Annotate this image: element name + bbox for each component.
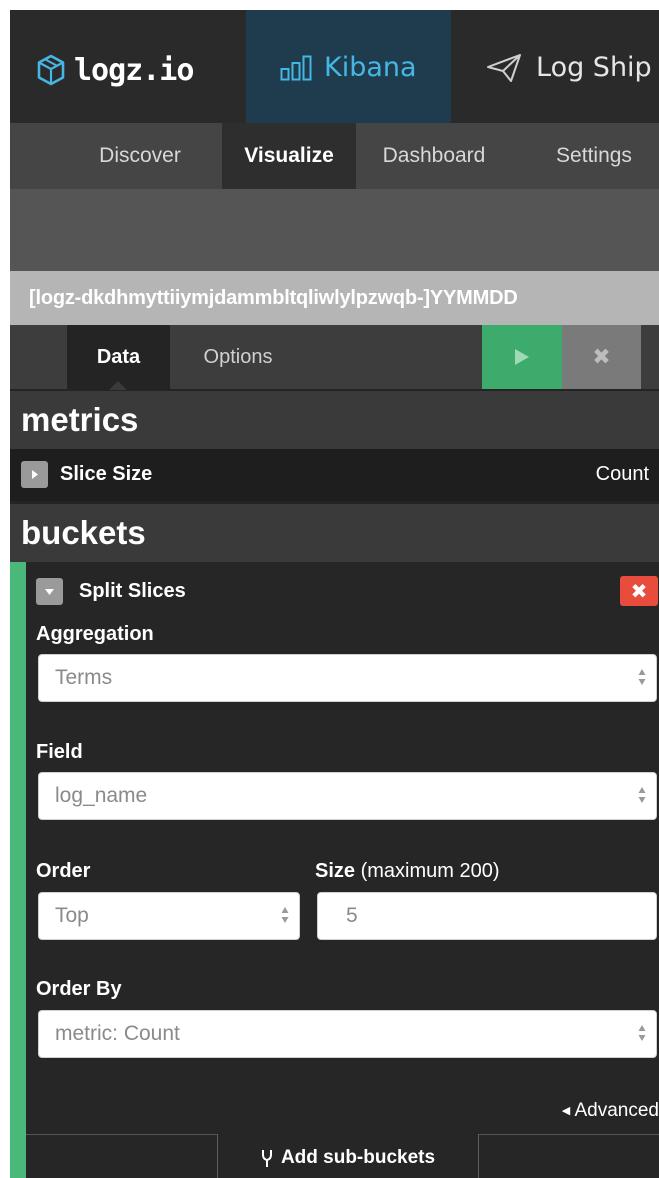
order-by-value: metric: Count <box>55 1022 180 1045</box>
order-label: Order <box>36 860 91 882</box>
metric-value: Count <box>595 463 649 485</box>
select-arrows-icon <box>638 787 646 803</box>
apply-changes-button[interactable] <box>482 325 562 389</box>
order-value: Top <box>55 904 89 927</box>
field-value: log_name <box>55 784 148 807</box>
kibana-visualize-editor: logz.io Kibana Log Ship Discover Visuali… <box>10 10 659 1178</box>
paper-plane-icon <box>487 53 521 82</box>
field-label: Field <box>36 741 83 763</box>
tab-options[interactable]: Options <box>182 325 294 389</box>
select-arrows-icon <box>281 907 289 923</box>
size-label: Size (maximum 200) <box>315 860 500 883</box>
tab-log-shipping[interactable]: Log Ship <box>486 52 652 83</box>
field-select[interactable]: log_name <box>38 772 657 820</box>
play-icon <box>515 349 529 365</box>
remove-bucket-button[interactable]: ✖ <box>620 576 658 606</box>
add-sub-buckets-label: Add sub-buckets <box>280 1146 436 1168</box>
size-value: 5 <box>346 904 358 927</box>
nav-discover[interactable]: Discover <box>72 123 208 189</box>
advanced-toggle[interactable]: ◀ Advanced <box>562 1100 659 1122</box>
bucket-title: Split Slices <box>79 580 186 602</box>
logzio-logo[interactable]: logz.io <box>36 50 194 90</box>
toolbar-area <box>10 189 659 271</box>
order-select[interactable]: Top <box>38 892 300 940</box>
bar-chart-icon <box>280 55 312 80</box>
index-pattern-bar: [logz-dkdhmyttiiymjdammbltqliwlylpzwqb-]… <box>10 271 659 325</box>
buckets-title: buckets <box>21 514 146 551</box>
tab-data-label: Data <box>96 346 141 368</box>
metrics-title: metrics <box>21 401 139 438</box>
advanced-label: Advanced <box>574 1100 659 1121</box>
buckets-section-header: buckets <box>10 504 659 562</box>
nav-dashboard[interactable]: Dashboard <box>356 123 512 189</box>
bucket-split-slices: Split Slices ✖ Aggregation Terms Field l… <box>10 562 659 1178</box>
aggregation-value: Terms <box>55 666 113 689</box>
nav-settings[interactable]: Settings <box>540 123 648 189</box>
logzio-cube-icon <box>37 54 65 86</box>
metric-slice-size-row[interactable]: Slice Size Count <box>10 449 659 501</box>
tab-data[interactable]: Data <box>67 325 170 390</box>
caret-right-icon <box>31 470 38 479</box>
kibana-app-nav: Discover Visualize Dashboard Settings <box>10 123 659 189</box>
size-input[interactable]: 5 <box>317 892 657 940</box>
nav-visualize[interactable]: Visualize <box>222 123 356 189</box>
order-by-label: Order By <box>36 978 122 1000</box>
code-fork-icon <box>261 1149 272 1167</box>
order-by-select[interactable]: metric: Count <box>38 1010 657 1058</box>
index-pattern-name: [logz-dkdhmyttiiymjdammbltqliwlylpzwqb-]… <box>29 287 518 309</box>
tab-log-shipping-label: Log Ship <box>536 52 652 83</box>
discard-changes-button[interactable]: ✖ <box>562 325 641 389</box>
size-hint: (maximum 200) <box>360 860 500 882</box>
size-label-text: Size <box>315 860 356 882</box>
collapse-toggle-icon[interactable] <box>36 578 63 605</box>
bucket-status-bar <box>10 562 26 1178</box>
expand-toggle-icon[interactable] <box>21 461 48 488</box>
aggregation-select[interactable]: Terms <box>38 654 657 702</box>
aggregation-label: Aggregation <box>36 623 154 645</box>
brand-name: logz.io <box>74 52 194 88</box>
active-tab-caret <box>109 381 127 390</box>
tab-kibana[interactable]: Kibana <box>246 10 451 123</box>
metrics-section-header: metrics <box>10 391 659 449</box>
caret-down-icon <box>45 588 54 595</box>
select-arrows-icon <box>638 669 646 685</box>
tab-kibana-label: Kibana <box>324 52 417 83</box>
sidebar-tabs: Data Options ✖ <box>10 325 659 390</box>
caret-left-icon: ◀ <box>561 1105 571 1117</box>
select-arrows-icon <box>638 1025 646 1041</box>
add-sub-buckets-button[interactable]: Add sub-buckets <box>217 1134 479 1178</box>
metric-label: Slice Size <box>60 463 153 485</box>
top-navbar: logz.io Kibana Log Ship <box>10 10 659 123</box>
